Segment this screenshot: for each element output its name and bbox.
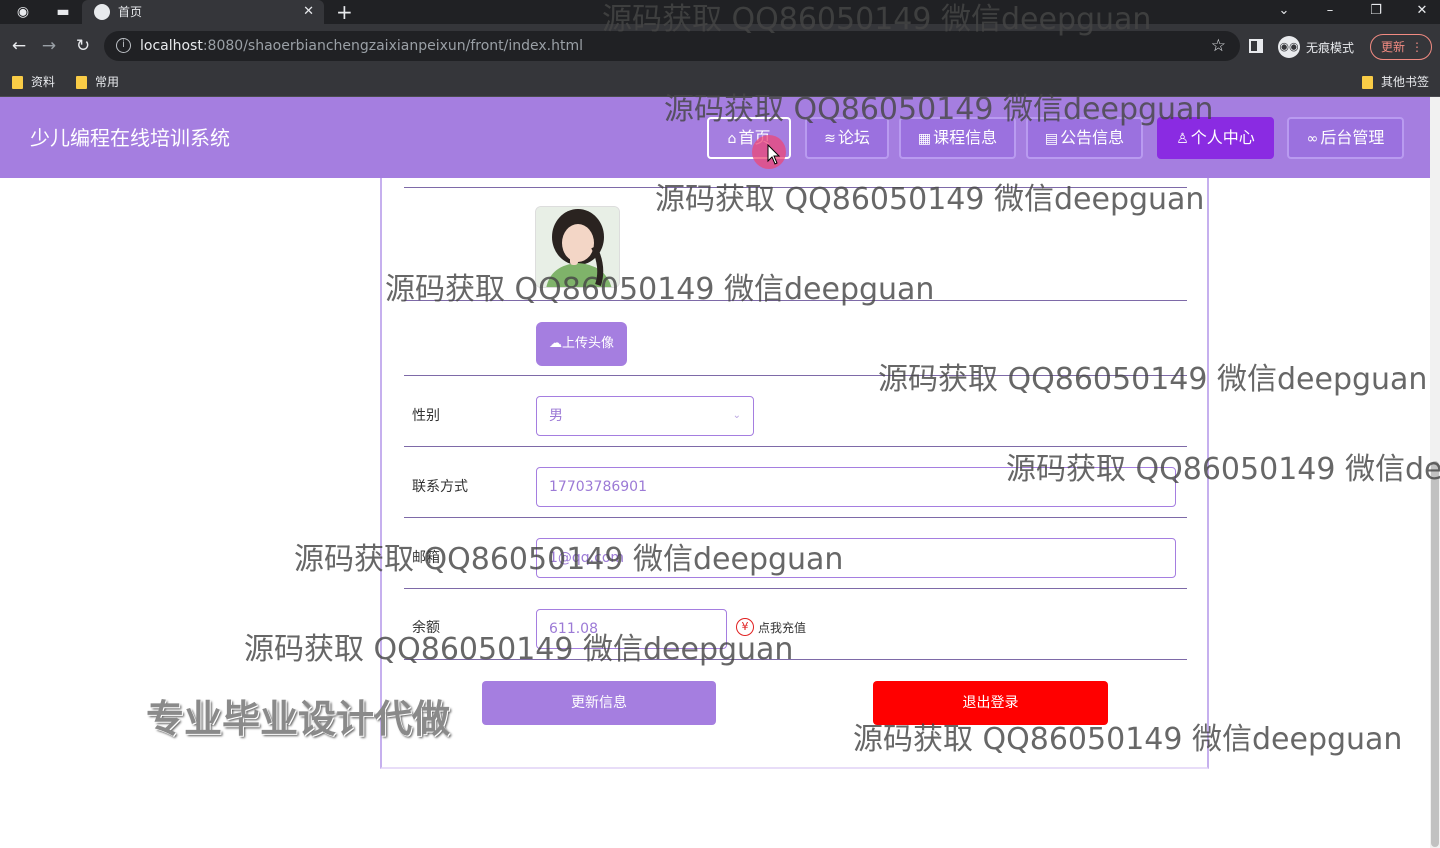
bookmarks-bar: 资料 常用 其他书签 xyxy=(0,68,1440,97)
user-icon: ♙ xyxy=(1176,131,1189,147)
update-info-button[interactable]: 更新信息 xyxy=(482,681,716,725)
gender-select[interactable]: 男 ⌄ xyxy=(536,396,754,436)
nav-label: 公告信息 xyxy=(1060,128,1125,147)
chevron-down-icon: ⌄ xyxy=(732,410,741,421)
info-icon[interactable]: i xyxy=(116,38,131,53)
url-text: localhost:8080/shaoerbianchengzaixianpei… xyxy=(140,38,584,54)
divider xyxy=(404,446,1187,447)
nav-personal-center[interactable]: ♙ 个人中心 xyxy=(1157,117,1274,159)
browser-tabstrip: ◉ ▬ 首页 ✕ + ⌄ – ❐ ✕ xyxy=(0,0,1440,24)
watermark-stamp: 专业毕业设计代做 xyxy=(146,697,451,741)
home-icon: ⌂ xyxy=(727,131,737,147)
notice-icon: ▤ xyxy=(1044,131,1059,147)
other-bookmarks[interactable]: 其他书签 xyxy=(1362,73,1429,91)
bookmark-label: 其他书签 xyxy=(1381,75,1430,89)
close-icon[interactable]: ✕ xyxy=(303,3,314,21)
balance-label: 余额 xyxy=(412,620,440,636)
folder-icon xyxy=(1362,75,1373,89)
grid-icon: ▦ xyxy=(917,131,932,147)
bookmark-folder[interactable]: 资料 xyxy=(12,73,55,91)
bookmark-folder[interactable]: 常用 xyxy=(76,73,119,91)
nav-label: 论坛 xyxy=(837,128,870,147)
more-menu-icon[interactable]: ⋮ xyxy=(1411,35,1423,59)
logout-button[interactable]: 退出登录 xyxy=(873,681,1108,725)
site-header: 少儿编程在线培训系统 ⌂ 首页 ≋ 论坛 ▦ 课程信息 ▤ 公告信息 ♙ 个人中心 ∞ 后台… xyxy=(0,97,1440,178)
divider xyxy=(404,517,1187,518)
yen-icon: ¥ xyxy=(736,618,754,636)
tab-search-icon[interactable]: ▬ xyxy=(54,3,72,21)
forward-icon[interactable]: → xyxy=(38,35,60,57)
nav-label: 后台管理 xyxy=(1320,128,1385,147)
profile-card: ☁上传头像 性别 男 ⌄ 联系方式 17703786901 邮箱 1@qq.co… xyxy=(380,178,1209,769)
gender-value: 男 xyxy=(549,408,563,424)
chevron-down-icon[interactable]: ⌄ xyxy=(1274,2,1294,20)
mouse-cursor-icon xyxy=(767,144,781,165)
back-icon[interactable]: ← xyxy=(8,35,30,57)
layers-icon: ≋ xyxy=(824,131,836,147)
gender-label: 性别 xyxy=(412,408,440,424)
nav-courses[interactable]: ▦ 课程信息 xyxy=(899,117,1016,159)
minimize-icon[interactable]: – xyxy=(1320,2,1340,20)
folder-icon xyxy=(12,75,23,89)
window-close-icon[interactable]: ✕ xyxy=(1412,2,1432,20)
divider xyxy=(404,659,1187,660)
restore-icon[interactable]: ❐ xyxy=(1366,2,1386,20)
phone-value: 17703786901 xyxy=(549,479,647,495)
scroll-thumb[interactable] xyxy=(1431,461,1439,847)
update-button[interactable]: 更新 ⋮ xyxy=(1370,34,1432,60)
page-scrollbar[interactable] xyxy=(1430,97,1440,848)
recharge-link[interactable]: ¥ 点我充值 xyxy=(736,618,806,636)
bookmark-star-icon[interactable]: ☆ xyxy=(1211,35,1226,57)
incognito-icon: ◉◉ xyxy=(1278,36,1300,58)
bookmark-label: 资料 xyxy=(31,75,56,89)
nav-notices[interactable]: ▤ 公告信息 xyxy=(1026,117,1143,159)
update-label: 更新 xyxy=(1381,40,1406,54)
divider xyxy=(404,300,1187,301)
divider xyxy=(404,375,1187,376)
upload-avatar-button[interactable]: ☁上传头像 xyxy=(536,322,627,366)
email-value: 1@qq.com xyxy=(549,550,625,566)
browser-tab-active[interactable]: 首页 ✕ xyxy=(82,0,324,24)
reload-icon[interactable]: ↻ xyxy=(72,35,94,57)
phone-label: 联系方式 xyxy=(412,479,468,495)
avatar xyxy=(535,206,620,288)
email-input[interactable]: 1@qq.com xyxy=(536,538,1176,578)
globe-icon xyxy=(94,4,110,20)
divider xyxy=(404,588,1187,589)
profile-icon[interactable]: ◉ xyxy=(14,3,32,21)
tab-title: 首页 xyxy=(118,5,143,19)
upload-label: 上传头像 xyxy=(561,336,614,351)
divider xyxy=(404,187,1187,188)
address-bar[interactable]: i localhost:8080/shaoerbianchengzaixianp… xyxy=(104,31,1240,61)
avatar-photo xyxy=(536,207,619,287)
nav-forum[interactable]: ≋ 论坛 xyxy=(805,117,889,159)
bookmark-label: 常用 xyxy=(95,75,120,89)
phone-input[interactable]: 17703786901 xyxy=(536,467,1176,507)
balance-value: 611.08 xyxy=(549,621,598,637)
nav-admin[interactable]: ∞ 后台管理 xyxy=(1287,117,1404,159)
email-label: 邮箱 xyxy=(412,550,440,566)
recharge-label: 点我充值 xyxy=(758,620,807,635)
link-icon: ∞ xyxy=(1306,131,1319,147)
nav-label: 课程信息 xyxy=(933,128,998,147)
incognito-indicator[interactable]: ◉◉ 无痕模式 xyxy=(1278,36,1354,58)
folder-icon xyxy=(76,75,87,89)
nav-label: 个人中心 xyxy=(1190,128,1255,147)
browser-toolbar: ← → ↻ i localhost:8080/shaoerbianchengza… xyxy=(0,24,1440,68)
cloud-upload-icon: ☁ xyxy=(548,336,562,351)
balance-input: 611.08 xyxy=(536,609,727,649)
side-panel-icon[interactable] xyxy=(1249,39,1263,53)
site-title: 少儿编程在线培训系统 xyxy=(30,126,230,150)
incognito-label: 无痕模式 xyxy=(1306,40,1355,55)
new-tab-icon[interactable]: + xyxy=(336,1,353,23)
